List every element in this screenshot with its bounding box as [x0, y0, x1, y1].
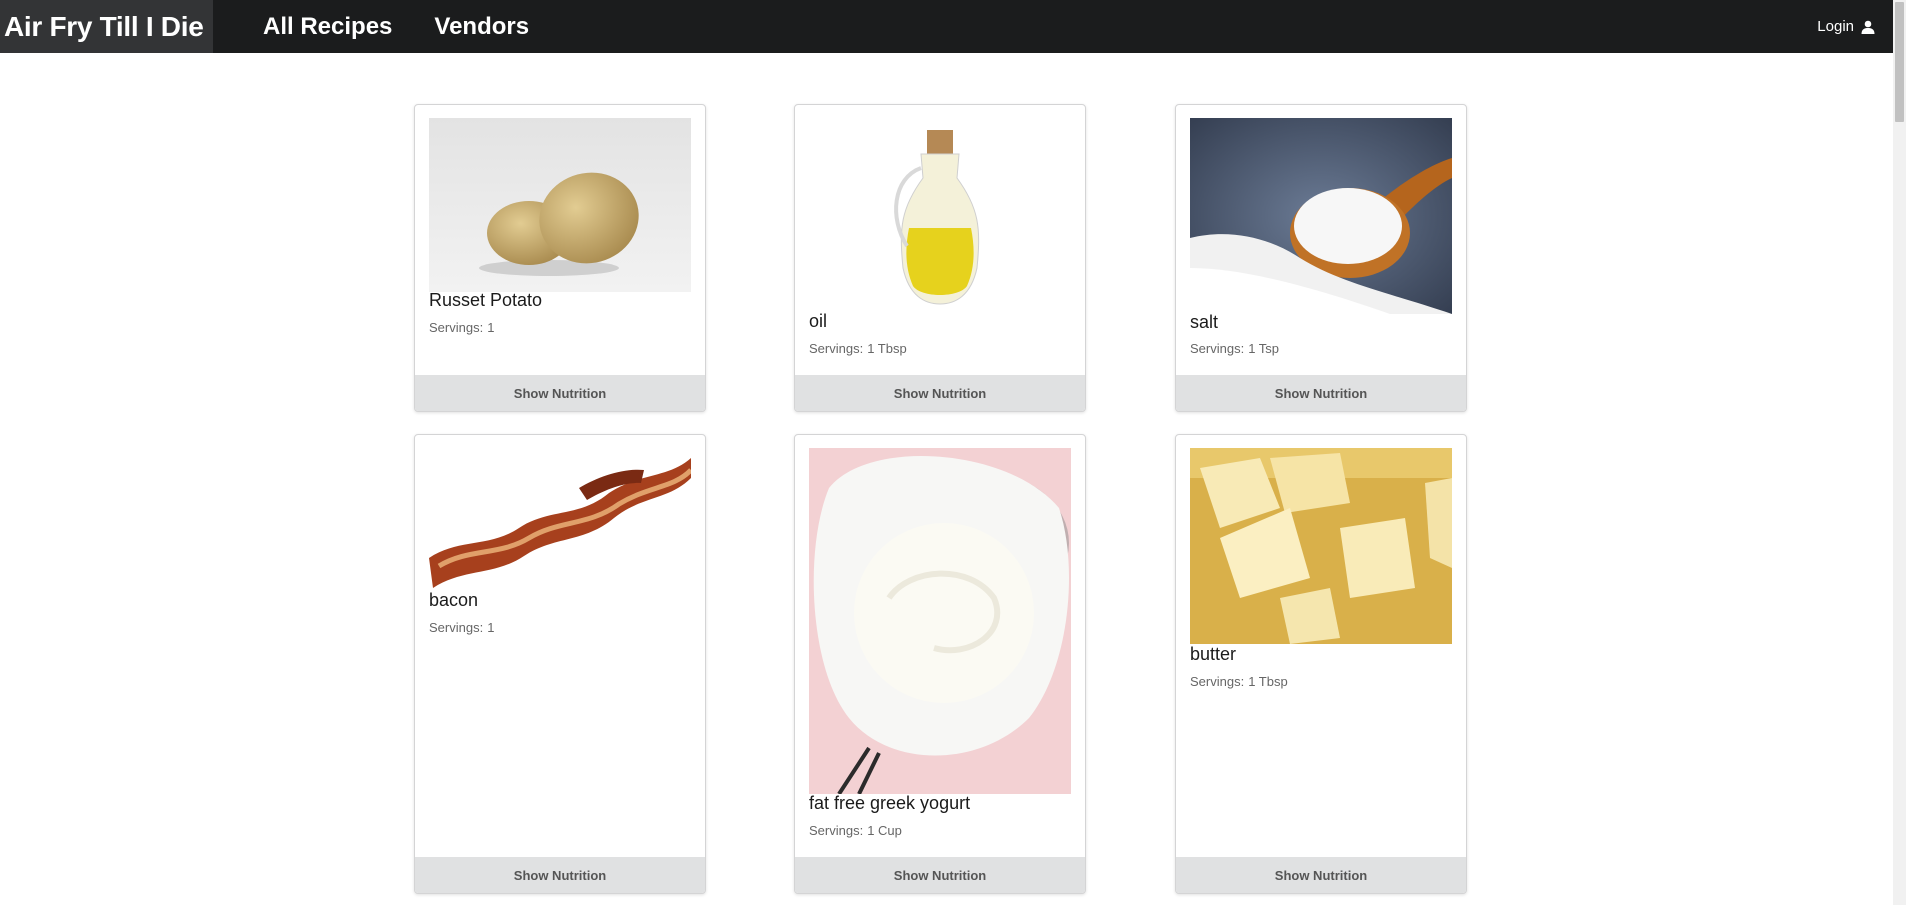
ingredient-card-greek-yogurt: fat free greek yogurt Servings: 1 Cup Sho… [794, 434, 1086, 894]
salt-spoon-image [1190, 118, 1452, 314]
potato-image [429, 118, 691, 292]
ingredient-servings: Servings: 1 [429, 620, 495, 635]
nav-vendors[interactable]: Vendors [420, 0, 543, 53]
show-nutrition-button[interactable]: Show Nutrition [1176, 375, 1466, 411]
ingredient-card-salt: salt Servings: 1 Tsp Show Nutrition [1175, 104, 1467, 412]
ingredient-servings: Servings: 1 [429, 320, 495, 335]
show-nutrition-button[interactable]: Show Nutrition [415, 857, 705, 893]
ingredient-servings: Servings: 1 Tsp [1190, 341, 1280, 356]
nav-all-recipes[interactable]: All Recipes [249, 0, 406, 53]
butter-image [1190, 448, 1452, 644]
ingredient-name: salt [1190, 312, 1219, 332]
show-nutrition-button[interactable]: Show Nutrition [795, 375, 1085, 411]
top-navbar: Air Fry Till I Die All Recipes Vendors L… [0, 0, 1893, 53]
ingredient-servings: Servings: 1 Tbsp [809, 341, 907, 356]
show-nutrition-button[interactable]: Show Nutrition [795, 857, 1085, 893]
ingredient-name: fat free greek yogurt [809, 793, 971, 813]
bacon-image [429, 448, 691, 592]
ingredient-servings: Servings: 1 Tbsp [1190, 674, 1288, 689]
ingredient-name: bacon [429, 590, 479, 610]
scrollbar-thumb[interactable] [1895, 2, 1904, 122]
ingredient-name: Russet Potato [429, 290, 543, 310]
ingredient-name: butter [1190, 644, 1237, 664]
ingredient-card-bacon: bacon Servings: 1 Show Nutrition [414, 434, 706, 894]
show-nutrition-button[interactable]: Show Nutrition [1176, 857, 1466, 893]
login-label: Login [1817, 18, 1854, 35]
ingredient-servings: Servings: 1 Cup [809, 823, 902, 838]
brand-link[interactable]: Air Fry Till I Die [0, 0, 213, 53]
ingredient-name: oil [809, 311, 828, 331]
ingredient-card-butter: butter Servings: 1 Tbsp Show Nutrition [1175, 434, 1467, 894]
ingredient-card-russet-potato: Russet Potato Servings: 1 Show Nutrition [414, 104, 706, 412]
login-button[interactable]: Login [1817, 0, 1875, 53]
page-scrollbar[interactable] [1893, 0, 1906, 905]
oil-bottle-image [809, 118, 1071, 313]
ingredient-card-oil: oil Servings: 1 Tbsp Show Nutrition [794, 104, 1086, 412]
user-icon [1861, 20, 1875, 34]
show-nutrition-button[interactable]: Show Nutrition [415, 375, 705, 411]
yogurt-strainer-image [809, 448, 1071, 794]
